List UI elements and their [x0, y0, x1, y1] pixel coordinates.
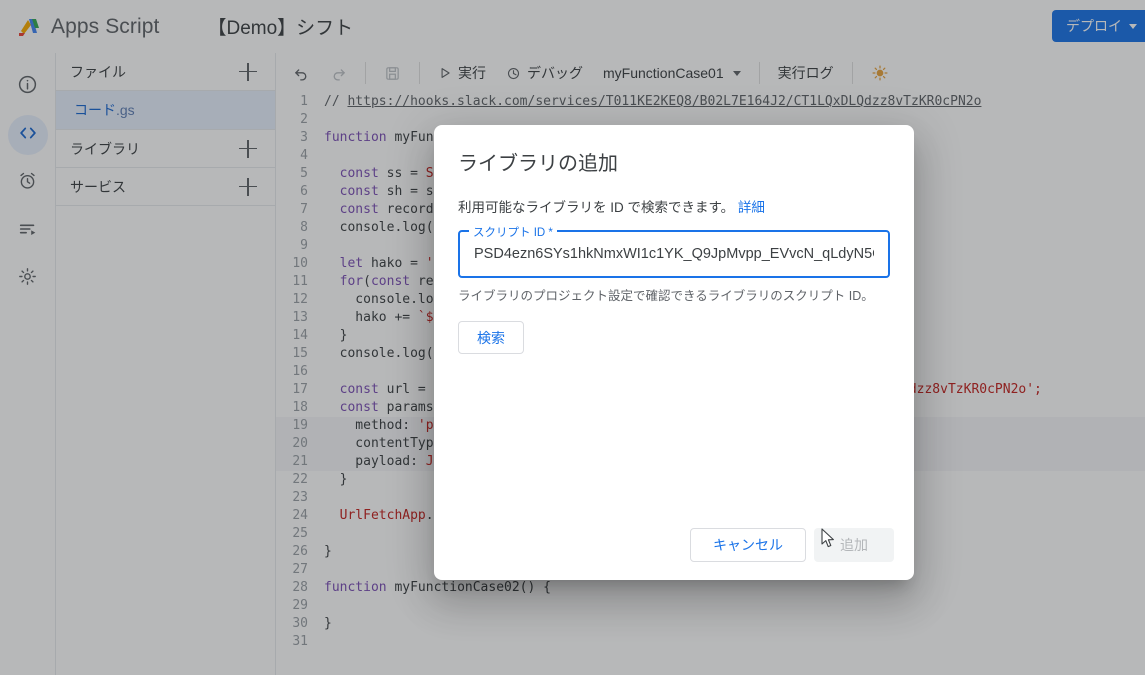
dialog-learn-more-link[interactable]: 詳細: [738, 200, 765, 215]
dialog-body: 利用可能なライブラリを ID で検索できます。 詳細 スクリプト ID * ライ…: [434, 176, 914, 354]
script-id-help-text: ライブラリのプロジェクト設定で確認できるライブラリのスクリプト ID。: [458, 289, 874, 303]
cancel-button[interactable]: キャンセル: [690, 528, 806, 562]
script-id-field[interactable]: スクリプト ID *: [458, 224, 890, 278]
dialog-description: 利用可能なライブラリを ID で検索できます。 詳細: [458, 196, 890, 216]
add-button: 追加: [814, 528, 894, 562]
add-library-dialog: ライブラリの追加 利用可能なライブラリを ID で検索できます。 詳細 スクリプ…: [434, 125, 914, 580]
script-id-field-label: スクリプト ID *: [469, 224, 557, 240]
search-button[interactable]: 検索: [458, 321, 524, 354]
apps-script-window: Apps Script 【Demo】シフト デプロイ ファイル コード .gs …: [0, 0, 1145, 675]
script-id-input[interactable]: [472, 245, 876, 263]
dialog-description-text: 利用可能なライブラリを ID で検索できます。: [458, 200, 735, 215]
dialog-actions: キャンセル 追加: [690, 528, 894, 562]
dialog-title: ライブラリの追加: [458, 153, 618, 175]
